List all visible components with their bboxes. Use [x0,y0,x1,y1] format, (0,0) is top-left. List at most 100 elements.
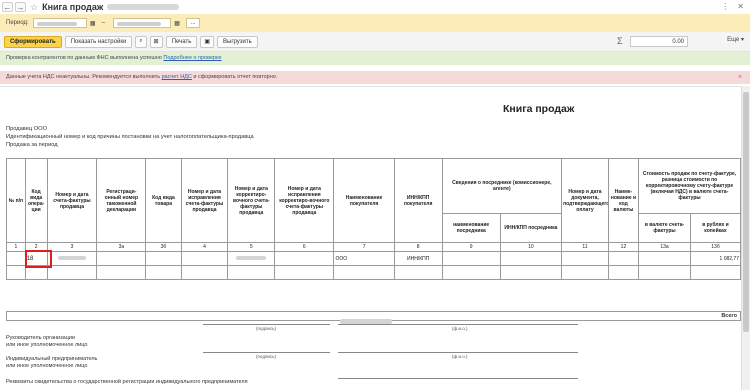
col-header: Номер и дата документа, подтверждающего … [561,158,609,243]
period-start-input[interactable] [32,18,87,28]
column-number: 11 [561,242,609,252]
period-end-input[interactable] [113,18,172,28]
col-header: Наиме-нование и код валюты [607,158,640,243]
table-cell [561,251,609,266]
table-cell [638,251,691,266]
ellipsis-icon[interactable]: ⋮ [721,2,729,11]
column-number: 3а [96,242,147,252]
search-clear-icon: ⊠ [153,39,159,45]
col-header: ИНН/КПП посредника [499,213,563,243]
report-title: Книга продаж [503,103,575,115]
window-title-redacted [107,4,180,10]
toolbar: Сформировать Показать настройки ⌕ ⊠ Печа… [0,32,750,52]
table-header-row: № п/п Код вида опера-ции Номер и дата сч… [6,158,741,243]
window-title: Книга продаж [42,2,104,12]
col-header: наименование посредника [441,213,501,243]
close-icon[interactable]: × [738,71,742,84]
table-cell [6,251,26,266]
sum-field: 0.00 [630,36,688,47]
scrollbar-thumb[interactable] [743,92,749,332]
period-line: Продажа за период [6,142,58,148]
col-header: № п/п [6,158,26,243]
table-cell [274,251,335,266]
col-header: Код вида товара [145,158,182,243]
table-cell [441,251,501,266]
more-menu-button[interactable]: Еще ▾ [727,36,744,43]
period-separator: – [101,20,106,26]
sales-book-table: № п/п Код вида опера-ции Номер и дата сч… [6,158,741,280]
column-number: 8 [393,242,443,252]
search-button[interactable]: ⌕ [135,35,147,48]
col-header: Сведения о посреднике (комиссионере, аге… [441,158,563,214]
forward-button[interactable]: → [15,2,26,12]
column-number-row: 1 2 3 3а 3б 4 5 6 7 8 9 10 11 12 13а 13б [6,242,741,252]
head-signature-label: или иное уполномоченное лицо [6,342,88,348]
column-number: 13б [690,242,741,252]
entrepreneur-label: или иное уполномоченное лицо [6,363,88,369]
save-button[interactable]: ▣ [200,35,215,48]
save-icon: ▣ [204,39,211,45]
period-bar: Период: ▦ – ▦ ... [0,14,750,32]
col-header: ИНН/КПП покупателя [393,158,443,243]
search-clear-button[interactable]: ⊠ [149,35,163,48]
buyer-inn-cell: ИНН/КПП [393,251,443,266]
table-cell [607,251,640,266]
period-choose-button[interactable]: ... [186,18,201,28]
print-button[interactable]: Печать [165,35,198,48]
arrow-right-icon: → [16,2,25,12]
col-header: Номер и дата корректиро-вочного счета-фа… [227,158,276,243]
show-settings-button[interactable]: Показать настройки [64,35,133,48]
search-icon: ⌕ [139,38,143,44]
table-cell [499,251,563,266]
table-row [6,265,741,280]
favorite-star-icon[interactable]: ☆ [30,2,38,13]
name-caption: (ф.и.о.) [452,354,468,359]
inn-line: Идентификационный номер и код причины по… [6,134,254,140]
signature-caption: (подпись) [256,326,277,331]
col-header: Номер и дата исправления корректиро-вочн… [274,158,335,243]
signature-line [203,352,330,353]
adj-invoice-cell [227,251,276,266]
period-label: Период: [6,20,29,26]
export-button[interactable]: Выгрузить [217,35,258,48]
vat-warning-notice: Данные учета НДС неактуальны. Рекомендуе… [0,71,750,84]
col-header: Регистраци-онный номер таможенной деклар… [96,158,147,243]
vertical-scrollbar[interactable] [741,86,750,390]
name-line [338,352,578,353]
column-number: 5 [227,242,276,252]
arrow-left-icon: ← [3,2,12,12]
col-header: Стоимость продаж по счету-фактуре, разни… [638,158,741,214]
window-controls: ⋮ ✕ [721,2,744,11]
name-line [338,324,578,325]
col-header: Наименование покупателя [333,158,395,243]
column-number: 1 [6,242,26,252]
name-caption: (ф.и.о.) [452,326,468,331]
generate-button[interactable]: Сформировать [4,35,62,48]
column-number: 3 [46,242,98,252]
col-header: Номер и дата исправления счета-фактуры п… [180,158,229,243]
table-cell [180,251,229,266]
column-number: 7 [333,242,395,252]
certificate-line [338,378,578,379]
redacted-name [340,319,392,324]
col-header: Код вида опера-ции [24,158,48,243]
notice-text: Данные учета НДС неактуальны. Рекомендуе… [6,74,162,80]
column-number: 4 [180,242,229,252]
calendar-icon[interactable]: ▦ [88,18,98,28]
column-number: 9 [441,242,501,252]
table-cell [96,251,147,266]
column-number: 10 [499,242,563,252]
back-button[interactable]: ← [2,2,13,12]
col-header: в рублях и копейках [690,213,741,243]
vat-calc-link[interactable]: расчет НДС [162,74,192,80]
check-details-link[interactable]: Подробнее о проверке [163,55,221,61]
column-number: 12 [607,242,640,252]
title-bar: ← → ☆ Книга продаж ⋮ ✕ [0,0,750,14]
calendar-icon[interactable]: ▦ [172,18,182,28]
counterparty-check-notice: Проверка контрагентов по данным ФНС выпо… [0,52,750,65]
signature-caption: (подпись) [256,354,277,359]
close-icon[interactable]: ✕ [737,2,744,11]
table-row[interactable]: 18 ООО ИНН/КПП 1 082,77 [6,251,741,266]
highlight-box [25,250,52,268]
notice-text: и сформировать отчет повторно. [191,74,278,80]
